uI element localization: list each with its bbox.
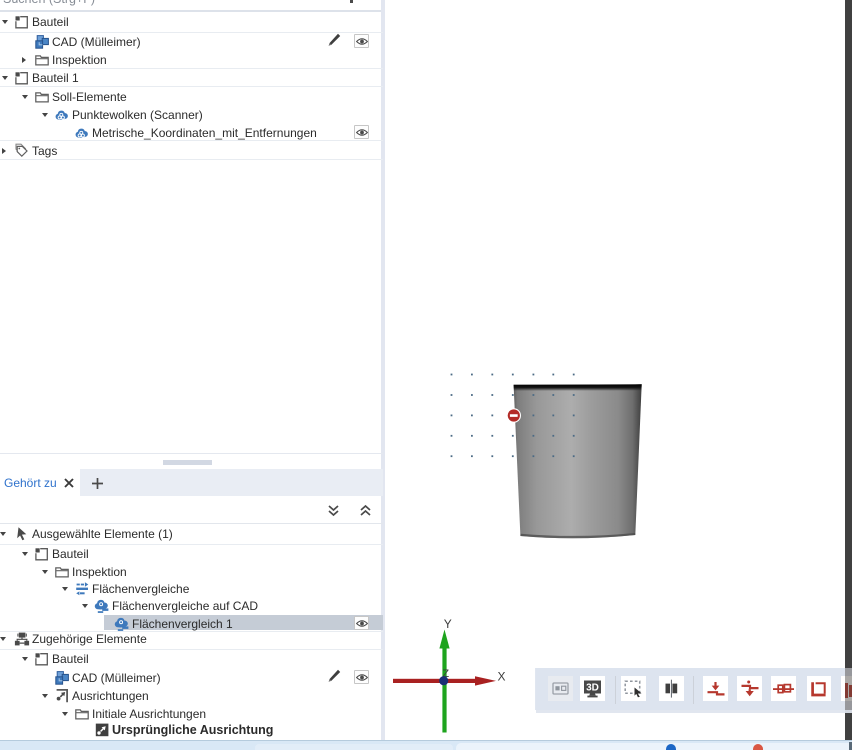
svg-text:X: X <box>498 670 506 684</box>
svg-text:Y: Y <box>444 617 452 631</box>
svg-text:3D: 3D <box>586 683 599 694</box>
